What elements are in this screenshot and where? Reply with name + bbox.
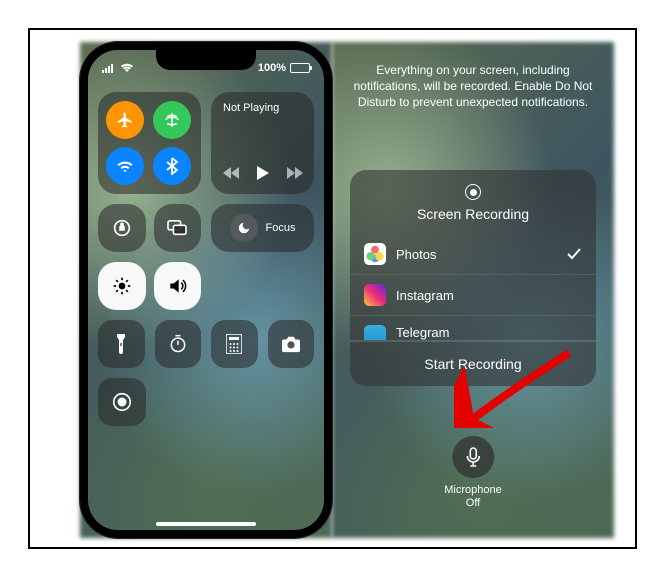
option-label: Instagram bbox=[396, 288, 454, 303]
option-telegram[interactable]: Telegram bbox=[350, 315, 596, 341]
instagram-app-icon bbox=[364, 284, 386, 306]
media-status-label: Not Playing bbox=[223, 102, 279, 114]
home-indicator[interactable] bbox=[156, 522, 256, 526]
camera-button[interactable] bbox=[268, 320, 315, 368]
cellular-data-toggle[interactable] bbox=[153, 101, 191, 139]
moon-icon bbox=[230, 214, 258, 242]
calculator-button[interactable] bbox=[211, 320, 258, 368]
previous-track-icon[interactable] bbox=[223, 167, 239, 179]
info-text: Everything on your screen, including not… bbox=[348, 62, 598, 111]
wifi-status-icon bbox=[120, 63, 134, 73]
screen-recording-sheet: Everything on your screen, including not… bbox=[332, 42, 614, 538]
option-instagram[interactable]: Instagram bbox=[350, 274, 596, 315]
focus-label: Focus bbox=[266, 222, 296, 234]
start-recording-button[interactable]: Start Recording bbox=[350, 341, 596, 386]
brightness-slider[interactable] bbox=[98, 262, 146, 310]
option-photos[interactable]: Photos bbox=[350, 234, 596, 274]
orientation-lock-toggle[interactable] bbox=[98, 204, 146, 252]
recording-options-card: Screen Recording Photos Instagram Telegr… bbox=[350, 170, 596, 386]
media-controls[interactable]: Not Playing bbox=[211, 92, 314, 194]
connectivity-module[interactable] bbox=[98, 92, 201, 194]
signal-icon bbox=[102, 63, 116, 73]
card-title: Screen Recording bbox=[417, 206, 529, 222]
airplane-mode-toggle[interactable] bbox=[106, 101, 144, 139]
screen-mirroring-toggle[interactable] bbox=[154, 204, 202, 252]
wifi-toggle[interactable] bbox=[106, 147, 144, 185]
play-icon[interactable] bbox=[257, 166, 269, 180]
start-recording-label: Start Recording bbox=[424, 356, 521, 372]
flashlight-toggle[interactable] bbox=[98, 320, 145, 368]
option-label: Telegram bbox=[396, 325, 449, 340]
timer-toggle[interactable] bbox=[155, 320, 202, 368]
microphone-toggle[interactable] bbox=[452, 436, 494, 478]
battery-icon bbox=[290, 63, 310, 73]
telegram-app-icon bbox=[364, 325, 386, 341]
status-bar: 100% bbox=[88, 58, 324, 78]
iphone-control-center: 100% Not Play bbox=[80, 42, 332, 538]
screen-record-button[interactable] bbox=[98, 378, 146, 426]
photos-app-icon bbox=[364, 243, 386, 265]
battery-percent: 100% bbox=[258, 62, 286, 74]
bluetooth-toggle[interactable] bbox=[153, 147, 191, 185]
focus-toggle[interactable]: Focus bbox=[211, 204, 314, 252]
next-track-icon[interactable] bbox=[287, 167, 303, 179]
microphone-label: Microphone Off bbox=[444, 484, 501, 510]
record-icon bbox=[465, 184, 481, 200]
checkmark-icon bbox=[566, 248, 582, 260]
option-label: Photos bbox=[396, 247, 436, 262]
volume-slider[interactable] bbox=[154, 262, 202, 310]
